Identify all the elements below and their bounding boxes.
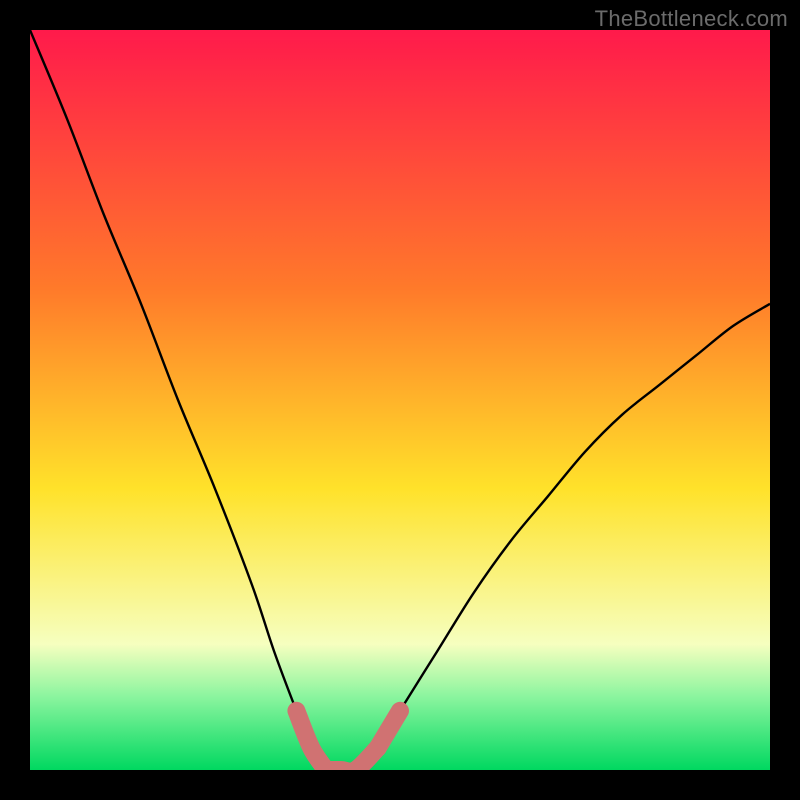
watermark-text: TheBottleneck.com bbox=[595, 6, 788, 32]
chart-frame: TheBottleneck.com bbox=[0, 0, 800, 800]
plot-area bbox=[30, 30, 770, 770]
bottleneck-chart bbox=[30, 30, 770, 770]
gradient-background bbox=[30, 30, 770, 770]
